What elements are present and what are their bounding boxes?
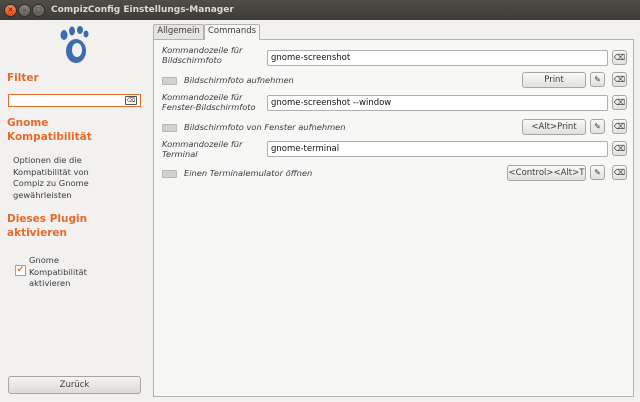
plugin-heading: Gnome Kompatibilität (7, 117, 92, 143)
enable-plugin-heading: Dieses Plugin aktivieren (7, 213, 88, 239)
binding-label-window-screenshot: Bildschirmfoto von Fenster aufnehmen (184, 122, 346, 132)
command-label-screenshot: Kommandozeile für Bildschirmfoto (162, 45, 243, 65)
clear-icon[interactable]: ⌫ (125, 96, 137, 105)
binding-label-screenshot: Bildschirmfoto aufnehmen (184, 75, 294, 85)
reset-binding-screenshot-button[interactable]: ⌫ (612, 72, 627, 87)
clear-icon: ⌫ (613, 122, 626, 131)
reset-binding-terminal-button[interactable]: ⌫ (612, 165, 627, 180)
back-button[interactable]: Zurück (8, 376, 141, 394)
title-bar: ✕ – □ CompizConfig Einstellungs-Manager (0, 0, 640, 20)
close-window-button[interactable]: ✕ (4, 4, 17, 17)
command-input-window-screenshot[interactable]: gnome-screenshot --window (267, 95, 608, 111)
reset-binding-window-screenshot-button[interactable]: ⌫ (612, 119, 627, 134)
plugin-description: Optionen die die Kompatibilität von Comp… (13, 155, 89, 200)
drag-handle-icon (162, 124, 177, 132)
enable-plugin-label: Gnome Kompatibilität aktivieren (29, 255, 87, 288)
keybinding-screenshot-button[interactable]: Print (522, 72, 586, 88)
minimize-window-button[interactable]: – (18, 4, 31, 17)
reset-command-terminal-button[interactable]: ⌫ (612, 141, 627, 156)
pencil-icon: ✎ (594, 75, 601, 84)
clear-icon: ⌫ (613, 53, 626, 62)
clear-icon: ⌫ (613, 144, 626, 153)
reset-command-window-screenshot-button[interactable]: ⌫ (612, 95, 627, 110)
command-input-screenshot[interactable]: gnome-screenshot (267, 50, 608, 66)
filter-heading: Filter (7, 72, 39, 84)
keybinding-terminal-button[interactable]: <Control><Alt>T (507, 165, 586, 181)
keybinding-window-screenshot-button[interactable]: <Alt>Print (522, 119, 586, 135)
clear-icon: ⌫ (613, 75, 626, 84)
binding-label-terminal: Einen Terminalemulator öffnen (184, 168, 313, 178)
pencil-icon: ✎ (594, 168, 601, 177)
command-label-window-screenshot: Kommandozeile für Fenster-Bildschirmfoto (162, 92, 256, 112)
drag-handle-icon (162, 170, 177, 178)
window-title: CompizConfig Einstellungs-Manager (51, 5, 234, 15)
reset-command-screenshot-button[interactable]: ⌫ (612, 50, 627, 65)
enable-plugin-checkbox[interactable]: ✔ (15, 265, 26, 276)
tab-allgemein[interactable]: Allgemein (153, 24, 204, 39)
edit-binding-terminal-button[interactable]: ✎ (590, 165, 605, 180)
filter-input[interactable]: ⌫ (8, 94, 141, 107)
command-input-terminal[interactable]: gnome-terminal (267, 141, 608, 157)
command-label-terminal: Kommandozeile für Terminal (162, 139, 243, 159)
sidebar: Filter ⌫ Gnome Kompatibilität Optionen d… (0, 20, 151, 402)
edit-binding-window-screenshot-button[interactable]: ✎ (590, 119, 605, 134)
clear-icon: ⌫ (613, 168, 626, 177)
edit-binding-screenshot-button[interactable]: ✎ (590, 72, 605, 87)
pencil-icon: ✎ (594, 122, 601, 131)
commands-page: Kommandozeile für Bildschirmfoto gnome-s… (153, 39, 634, 397)
clear-icon: ⌫ (613, 98, 626, 107)
maximize-window-button[interactable]: □ (32, 4, 45, 17)
gnome-foot-icon (60, 26, 89, 63)
drag-handle-icon (162, 77, 177, 85)
tab-commands[interactable]: Commands (204, 24, 260, 40)
